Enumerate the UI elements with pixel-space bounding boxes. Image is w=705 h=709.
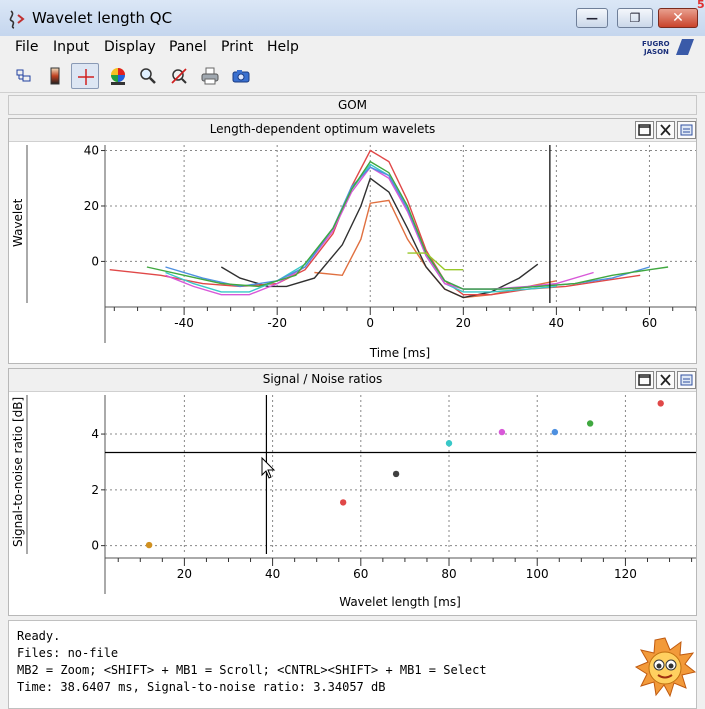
wavelet-x-tick-label: 60	[642, 316, 657, 330]
wavelet-y-tick-label: 0	[91, 254, 99, 268]
menu-file[interactable]: File	[15, 39, 38, 55]
maximize-panel-icon	[638, 374, 651, 386]
snr-x-tick-label: 60	[353, 567, 368, 581]
wavelet-x-tick-label: 20	[456, 316, 471, 330]
layout-icon	[16, 69, 31, 82]
snr-x-tick-label: 80	[441, 567, 456, 581]
snr-chart[interactable]: 0 2 4 20 40 60 80 100 120	[9, 391, 696, 615]
wavelet-series-line-4	[165, 163, 557, 293]
close-panel-icon	[660, 124, 671, 136]
svg-text:FUGRO: FUGRO	[642, 40, 670, 48]
wavelet-series-line-3	[109, 149, 641, 296]
menu-input[interactable]: Input	[53, 39, 89, 55]
maximize-icon: ❐	[629, 11, 641, 25]
snr-point-8	[657, 400, 664, 407]
snr-x-tick-label: 120	[614, 567, 637, 581]
print-button[interactable]	[196, 63, 224, 89]
crosshair-icon	[78, 69, 94, 85]
snr-x-tick-label: 100	[526, 567, 549, 581]
no-zoom-icon	[171, 68, 187, 84]
status-line-files: Files: no-file	[17, 646, 119, 660]
wavelet-y-tick-label: 40	[84, 144, 99, 158]
zoom-icon	[140, 68, 156, 84]
snr-point-7	[586, 420, 594, 427]
corner-mark: 5	[697, 0, 705, 11]
wavelet-y-tick-label: 20	[84, 199, 99, 213]
wavelet-panel-title: Length-dependent optimum wavelets	[209, 122, 436, 136]
wavelet-x-tick-label: -40	[174, 316, 194, 330]
palette-icon	[111, 68, 125, 85]
gom-header: GOM	[8, 95, 697, 115]
menu-help[interactable]: Help	[267, 39, 299, 55]
snr-y-tick-label: 0	[91, 539, 99, 553]
minimize-button[interactable]: —	[576, 8, 608, 28]
printer-icon	[201, 67, 219, 85]
menu-display[interactable]: Display	[104, 39, 156, 55]
window-title: Wavelet length QC	[32, 9, 173, 27]
status-line-readout: Time: 38.6407 ms, Signal-to-noise ratio:…	[17, 680, 386, 694]
close-icon: ✕	[672, 10, 684, 26]
minimize-icon: —	[586, 11, 598, 25]
colorbar-button[interactable]	[41, 63, 69, 89]
wavelet-x-tick-label: 0	[366, 316, 374, 330]
snr-panel-header: Signal / Noise ratios	[9, 369, 696, 392]
status-console: Ready. Files: no-file MB2 = Zoom; <SHIFT…	[8, 620, 697, 709]
wavelet-x-tick-label: -20	[267, 316, 287, 330]
title-bar: Wavelet length QC — ❐ ✕ 5	[0, 0, 705, 37]
snr-panel-title: Signal / Noise ratios	[262, 372, 383, 386]
snr-x-tick-label: 40	[265, 567, 280, 581]
wavelet-series-line-5	[165, 166, 594, 296]
wavelet-x-tick-label: 40	[549, 316, 564, 330]
wavelet-panel-header: Length-dependent optimum wavelets	[9, 119, 696, 142]
maximize-button[interactable]: ❐	[617, 8, 653, 28]
palette-button[interactable]	[104, 63, 132, 89]
fugro-jason-logo: FUGRO JASON	[638, 38, 696, 56]
snr-panel: Signal / Noise ratios Signal-to-noise ra…	[8, 368, 697, 616]
maximize-panel-icon	[638, 124, 651, 136]
status-line-ready: Ready.	[17, 629, 61, 643]
crosshair-button[interactable]	[71, 63, 99, 89]
status-line-help: MB2 = Zoom; <SHIFT> + MB1 = Scroll; <CNT…	[17, 663, 487, 677]
snr-point-5	[498, 428, 506, 436]
layout-button[interactable]	[10, 63, 38, 89]
panel-settings-icon	[680, 124, 693, 136]
snr-y-tick-label: 2	[91, 483, 99, 497]
snr-point-1	[145, 541, 153, 549]
close-button[interactable]: ✕	[658, 8, 698, 28]
menu-print[interactable]: Print	[221, 39, 253, 55]
wavelet-close-button[interactable]	[656, 121, 675, 139]
snr-close-button[interactable]	[656, 371, 675, 389]
wavelet-maximize-button[interactable]	[635, 121, 654, 139]
sun-mascot-icon	[634, 637, 696, 698]
snr-maximize-button[interactable]	[635, 371, 654, 389]
close-panel-icon	[660, 374, 671, 386]
snapshot-button[interactable]	[227, 63, 255, 89]
zoom-button[interactable]	[134, 63, 162, 89]
wavelet-settings-button[interactable]	[677, 121, 696, 139]
app-icon	[9, 10, 25, 29]
snr-y-tick-label: 4	[91, 427, 99, 441]
colorbar-icon	[50, 67, 60, 85]
menu-panel[interactable]: Panel	[169, 39, 207, 55]
snr-point-6	[551, 428, 559, 436]
panel-settings-icon	[680, 374, 693, 386]
wavelet-panel: Length-dependent optimum wavelets Wavele…	[8, 118, 697, 364]
wavelet-series-line-1	[314, 199, 557, 299]
wavelet-series-line-2	[220, 177, 539, 299]
toolbar	[0, 58, 705, 93]
snr-x-tick-label: 20	[177, 567, 192, 581]
unzoom-button[interactable]	[165, 63, 193, 89]
snr-point-4	[445, 440, 453, 447]
snr-settings-button[interactable]	[677, 371, 696, 389]
wavelet-chart[interactable]: 0 20 40 -40 -20 0 20 40 60	[9, 141, 696, 367]
snr-point-2	[339, 499, 347, 506]
camera-icon	[232, 70, 250, 83]
svg-text:JASON: JASON	[643, 48, 669, 56]
menu-bar: File Input Display Panel Print Help	[0, 36, 705, 58]
snr-point-3	[392, 470, 400, 478]
